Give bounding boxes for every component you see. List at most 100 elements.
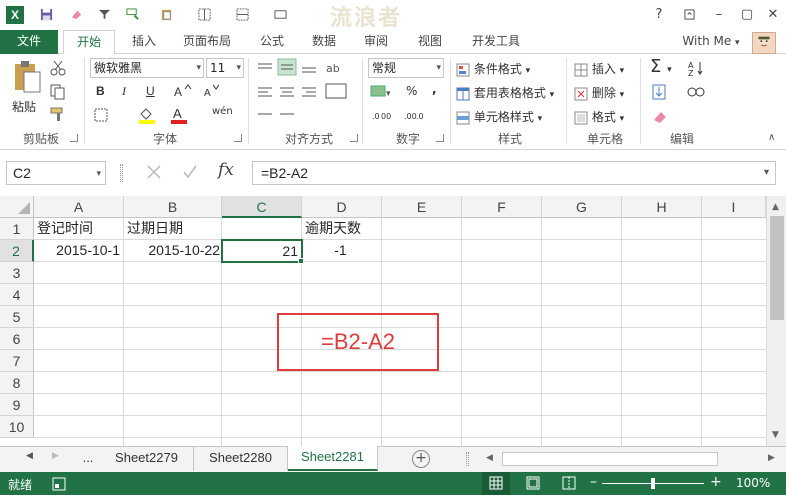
page-layout-view-icon[interactable] <box>526 476 540 493</box>
find-select-icon[interactable] <box>686 84 706 103</box>
sheet-tab-sheet2281-active[interactable]: Sheet2281 <box>288 446 378 471</box>
eraser-icon[interactable] <box>68 6 84 22</box>
scroll-thumb[interactable] <box>770 216 784 320</box>
row-header-8[interactable]: 8 <box>0 372 34 394</box>
font-launcher-icon[interactable] <box>234 134 242 142</box>
name-box[interactable]: C2 ▾ <box>6 161 106 185</box>
row-header-6[interactable]: 6 <box>0 328 34 350</box>
currency-icon[interactable]: ▾ <box>370 84 392 101</box>
filter-icon[interactable] <box>96 6 112 22</box>
page-break-view-icon[interactable] <box>562 476 576 493</box>
column-header-c[interactable]: C <box>222 196 302 218</box>
zoom-slider-thumb[interactable] <box>651 478 655 489</box>
autosum-icon[interactable]: Σ ▾ <box>650 56 672 77</box>
tab-review[interactable]: 审阅 <box>356 30 396 54</box>
alignment-launcher-icon[interactable] <box>350 134 358 142</box>
ribbon-display-button[interactable] <box>676 4 702 24</box>
row-header-10[interactable]: 10 <box>0 416 34 438</box>
tab-insert[interactable]: 插入 <box>124 30 164 54</box>
formula-input[interactable]: =B2-A2 ▾ <box>252 161 776 185</box>
column-header-a[interactable]: A <box>34 196 124 218</box>
increase-font-icon[interactable]: A <box>174 84 192 101</box>
fill-color-icon[interactable] <box>138 106 156 127</box>
row-header-2[interactable]: 2 <box>0 240 34 262</box>
sheet-tab-sheet2280[interactable]: Sheet2280 <box>194 447 288 471</box>
normal-view-button[interactable] <box>482 472 510 495</box>
merge-icon[interactable] <box>272 6 288 22</box>
tab-view[interactable]: 视图 <box>410 30 450 54</box>
decrease-font-icon[interactable]: A <box>204 84 222 101</box>
close-button[interactable]: ✕ <box>760 4 786 24</box>
minimize-button[interactable]: – <box>706 4 732 24</box>
horizontal-scroll-thumb[interactable] <box>502 452 718 466</box>
vertical-scrollbar[interactable]: ▲ ▼ <box>766 196 786 446</box>
add-sheet-button[interactable]: + <box>412 450 430 468</box>
paste-values-icon[interactable] <box>158 6 174 22</box>
restore-button[interactable]: ▢ <box>734 4 760 24</box>
cell-styles-button[interactable]: 单元格样式 ▾ <box>456 108 542 125</box>
row-header-9[interactable]: 9 <box>0 394 34 416</box>
column-header-i[interactable]: I <box>702 196 766 218</box>
cell-d2[interactable]: -1 <box>302 240 382 262</box>
format-cells-button[interactable]: 格式 ▾ <box>574 108 624 125</box>
tab-developer[interactable]: 开发工具 <box>464 30 528 54</box>
cell-a1[interactable]: 登记时间 <box>34 218 124 240</box>
number-format-select[interactable]: 常规 ▾ <box>368 58 444 78</box>
scroll-left-icon[interactable]: ◀ <box>26 451 33 461</box>
fill-down-icon[interactable] <box>652 84 672 103</box>
column-header-f[interactable]: F <box>462 196 542 218</box>
account-name[interactable]: With Me ▾ <box>676 30 746 54</box>
number-launcher-icon[interactable] <box>436 134 444 142</box>
macro-record-icon[interactable] <box>52 477 66 494</box>
font-name-select[interactable]: 微软雅黑 ▾ <box>90 58 204 78</box>
row-header-5[interactable]: 5 <box>0 306 34 328</box>
conditional-format-button[interactable]: 条件格式 ▾ <box>456 60 530 77</box>
delete-cells-button[interactable]: 删除 ▾ <box>574 84 624 101</box>
borders-icon[interactable] <box>196 6 212 22</box>
paste-button[interactable]: 粘贴 <box>10 60 44 120</box>
decrease-decimal-icon[interactable]: .00.0 <box>404 108 424 125</box>
cut-icon[interactable] <box>50 60 66 79</box>
format-painter-ribbon-icon[interactable] <box>50 106 66 125</box>
row-header-4[interactable]: 4 <box>0 284 34 306</box>
cell-b1[interactable]: 过期日期 <box>124 218 222 240</box>
italic-button[interactable]: I <box>122 84 126 99</box>
enter-icon[interactable] <box>182 164 198 183</box>
cell-a2[interactable]: 2015-10-1 <box>34 240 124 262</box>
format-painter-icon[interactable] <box>124 6 140 22</box>
tab-formulas[interactable]: 公式 <box>252 30 292 54</box>
tab-file[interactable]: 文件 <box>0 30 58 54</box>
zoom-out-button[interactable]: – <box>590 474 597 490</box>
scroll-right-icon[interactable]: ▶ <box>52 451 59 461</box>
scroll-down-icon[interactable]: ▼ <box>772 430 779 440</box>
column-header-h[interactable]: H <box>622 196 702 218</box>
worksheet-grid[interactable]: A B C D E F G H I 1 2 3 4 5 6 7 8 9 10 登… <box>0 196 786 446</box>
tab-data[interactable]: 数据 <box>304 30 344 54</box>
insert-cells-button[interactable]: 插入 ▾ <box>574 60 624 77</box>
border-icon[interactable] <box>94 108 108 125</box>
cancel-icon[interactable] <box>146 164 162 183</box>
expand-formula-icon[interactable]: ▾ <box>764 162 769 184</box>
column-header-b[interactable]: B <box>124 196 222 218</box>
insert-function-button[interactable]: fx <box>218 160 234 180</box>
zoom-level[interactable]: 100% <box>736 476 770 490</box>
hscroll-left-icon[interactable]: ◀ <box>486 453 493 463</box>
cell-c2-selected[interactable]: 21 <box>221 239 303 263</box>
select-all-corner[interactable] <box>0 196 34 218</box>
more-sheets-button[interactable]: ... <box>76 447 100 471</box>
tab-home[interactable]: 开始 <box>63 30 115 55</box>
avatar[interactable] <box>752 32 776 54</box>
scroll-up-icon[interactable]: ▲ <box>772 202 779 212</box>
sort-filter-icon[interactable]: AZ <box>688 60 708 79</box>
clear-icon[interactable] <box>652 108 672 127</box>
collapse-ribbon-icon[interactable]: ∧ <box>768 132 775 143</box>
sheet-tab-sheet2279[interactable]: Sheet2279 <box>100 447 194 471</box>
phonetic-icon[interactable]: wén <box>212 106 233 117</box>
copy-icon[interactable] <box>50 84 66 103</box>
font-color-icon[interactable]: A <box>170 106 188 127</box>
zoom-in-button[interactable]: + <box>710 474 722 490</box>
underline-button[interactable]: U <box>146 84 155 98</box>
format-as-table-button[interactable]: 套用表格格式 ▾ <box>456 84 554 101</box>
tab-splitter-handle[interactable] <box>466 452 469 466</box>
cell-d1[interactable]: 逾期天数 <box>302 218 382 240</box>
